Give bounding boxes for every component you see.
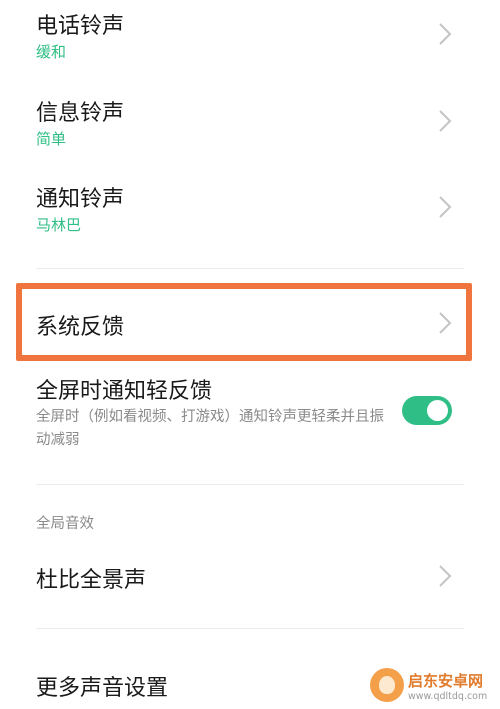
fullscreen-feedback-toggle[interactable] [402, 396, 452, 425]
watermark-url: www.qdltdq.com [408, 691, 488, 702]
setting-value: 简单 [36, 130, 67, 148]
watermark-logo-icon [370, 668, 404, 702]
setting-notification-ringtone[interactable]: 通知铃声 马林巴 [0, 172, 500, 252]
setting-dolby-atmos[interactable]: 杜比全景声 [0, 546, 500, 608]
divider [36, 268, 464, 269]
chevron-right-icon [439, 196, 452, 218]
setting-value: 马林巴 [36, 216, 82, 234]
divider [36, 484, 464, 485]
chevron-right-icon [439, 110, 452, 132]
setting-title: 信息铃声 [36, 101, 125, 126]
divider [36, 628, 464, 629]
setting-phone-ringtone[interactable]: 电话铃声 缓和 [0, 0, 500, 80]
setting-title: 杜比全景声 [36, 568, 147, 593]
section-header-global-sound: 全局音效 [36, 516, 94, 532]
setting-title: 电话铃声 [36, 14, 125, 39]
setting-value: 缓和 [36, 43, 67, 61]
watermark-name: 启东安卓网 [408, 672, 484, 690]
setting-message-ringtone[interactable]: 信息铃声 简单 [0, 86, 500, 166]
setting-title: 通知铃声 [36, 187, 125, 212]
setting-description: 全屏时（例如看视频、打游戏）通知铃声更轻柔并且振动减弱 [36, 409, 384, 448]
setting-title: 更多声音设置 [36, 676, 169, 701]
highlight-box [16, 283, 472, 361]
chevron-right-icon [439, 565, 452, 587]
setting-title: 全屏时通知轻反馈 [36, 379, 213, 404]
chevron-right-icon [439, 23, 452, 45]
toggle-knob [427, 400, 448, 421]
site-watermark: 启东安卓网 www.qdltdq.com [370, 664, 500, 709]
